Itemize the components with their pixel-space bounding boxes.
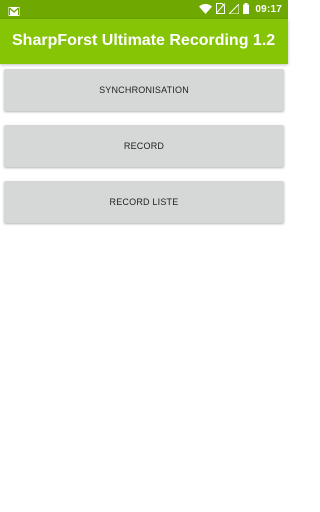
battery-icon xyxy=(243,1,250,19)
clock: 09:17 xyxy=(255,4,282,15)
record-button[interactable]: RECORD xyxy=(4,125,284,167)
signal-icon xyxy=(228,1,240,19)
wifi-icon xyxy=(199,1,213,19)
status-bar: 09:17 xyxy=(0,0,288,19)
gmail-icon xyxy=(8,4,20,16)
record-liste-button[interactable]: RECORD LISTE xyxy=(4,181,284,223)
app-title: SharpForst Ultimate Recording 1.2 xyxy=(12,32,276,49)
status-icons: 09:17 xyxy=(199,0,282,19)
app-bar: SharpForst Ultimate Recording 1.2 xyxy=(0,19,288,64)
synchronisation-button[interactable]: SYNCHRONISATION xyxy=(4,69,284,111)
no-sim-icon xyxy=(216,1,226,19)
